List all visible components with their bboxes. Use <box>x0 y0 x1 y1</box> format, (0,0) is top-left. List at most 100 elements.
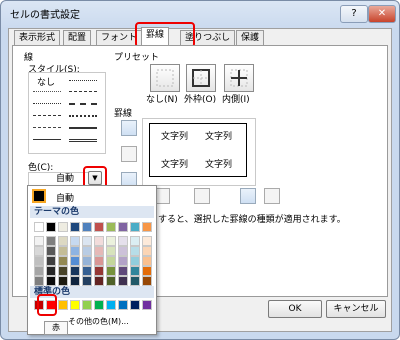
color-swatch[interactable] <box>118 266 128 276</box>
line-style-item[interactable] <box>33 115 61 116</box>
color-swatch[interactable] <box>118 256 128 266</box>
color-swatch[interactable] <box>70 236 80 246</box>
color-swatch[interactable] <box>82 276 92 286</box>
line-style-item[interactable] <box>69 91 97 92</box>
color-swatch[interactable] <box>118 300 128 310</box>
auto-color-label[interactable]: 自動 <box>56 191 74 204</box>
border-center-button[interactable] <box>194 188 210 204</box>
border-middle-button[interactable] <box>121 146 137 162</box>
tab-alignment[interactable]: 配置 <box>63 30 92 46</box>
line-style-item[interactable] <box>69 80 97 81</box>
color-swatch[interactable] <box>58 256 68 266</box>
color-swatch[interactable] <box>58 276 68 286</box>
preset-none-button[interactable] <box>150 64 180 92</box>
color-swatch[interactable] <box>58 236 68 246</box>
color-swatch[interactable] <box>58 300 68 310</box>
color-swatch[interactable] <box>106 300 116 310</box>
color-swatch[interactable] <box>70 222 80 232</box>
color-swatch[interactable] <box>46 246 56 256</box>
color-swatch[interactable] <box>94 256 104 266</box>
color-swatch[interactable] <box>94 222 104 232</box>
color-swatch[interactable] <box>94 246 104 256</box>
color-swatch[interactable] <box>58 266 68 276</box>
color-swatch[interactable] <box>118 276 128 286</box>
color-swatch[interactable] <box>46 222 56 232</box>
color-swatch[interactable] <box>130 222 140 232</box>
more-colors-link[interactable]: その他の色(M)... <box>68 316 129 327</box>
color-swatch[interactable] <box>130 300 140 310</box>
line-style-item[interactable] <box>33 103 61 104</box>
color-swatch[interactable] <box>106 266 116 276</box>
border-preview[interactable]: 文字列 文字列 文字列 文字列 <box>142 118 256 186</box>
color-swatch[interactable] <box>118 222 128 232</box>
line-style-none[interactable]: なし <box>37 75 55 88</box>
line-style-item[interactable] <box>69 139 97 142</box>
border-top-button[interactable] <box>121 120 137 136</box>
color-swatch[interactable] <box>94 276 104 286</box>
color-swatch[interactable] <box>58 222 68 232</box>
line-style-item[interactable] <box>33 139 61 140</box>
color-swatch[interactable] <box>106 236 116 246</box>
color-swatch[interactable] <box>130 236 140 246</box>
line-style-item[interactable] <box>33 127 61 128</box>
ok-button[interactable]: OK <box>268 300 322 318</box>
color-swatch[interactable] <box>34 222 44 232</box>
color-swatch[interactable] <box>70 266 80 276</box>
color-swatch[interactable] <box>106 222 116 232</box>
color-swatch[interactable] <box>94 266 104 276</box>
color-swatch[interactable] <box>142 246 152 256</box>
color-swatch[interactable] <box>34 266 44 276</box>
color-swatch[interactable] <box>130 246 140 256</box>
color-swatch[interactable] <box>142 300 152 310</box>
cancel-button[interactable]: キャンセル <box>326 300 386 318</box>
color-swatch[interactable] <box>34 276 44 286</box>
color-swatch[interactable] <box>142 236 152 246</box>
tab-protection[interactable]: 保護 <box>236 30 265 46</box>
color-swatch[interactable] <box>106 246 116 256</box>
color-swatch[interactable] <box>46 236 56 246</box>
line-style-item[interactable] <box>69 127 97 129</box>
border-right-button[interactable] <box>240 188 256 204</box>
color-swatch[interactable] <box>142 222 152 232</box>
color-swatch[interactable] <box>82 222 92 232</box>
color-swatch[interactable] <box>130 276 140 286</box>
color-swatch[interactable] <box>118 246 128 256</box>
color-swatch[interactable] <box>58 246 68 256</box>
line-style-item[interactable] <box>69 115 97 117</box>
color-swatch[interactable] <box>34 256 44 266</box>
help-button[interactable]: ? <box>340 5 368 23</box>
color-swatch[interactable] <box>82 246 92 256</box>
color-swatch[interactable] <box>46 256 56 266</box>
close-button[interactable]: ✕ <box>368 5 396 23</box>
color-swatch[interactable] <box>142 256 152 266</box>
color-swatch[interactable] <box>46 276 56 286</box>
color-swatch[interactable] <box>130 266 140 276</box>
color-swatch[interactable] <box>34 236 44 246</box>
line-style-list[interactable]: なし <box>28 72 106 154</box>
color-swatch[interactable] <box>46 266 56 276</box>
tab-number-format[interactable]: 表示形式 <box>14 30 61 46</box>
color-swatch[interactable] <box>130 256 140 266</box>
color-swatch[interactable] <box>94 236 104 246</box>
color-swatch[interactable] <box>94 300 104 310</box>
color-swatch[interactable] <box>70 300 80 310</box>
color-swatch[interactable] <box>82 236 92 246</box>
border-diagonal-button[interactable] <box>264 188 280 204</box>
color-swatch[interactable] <box>142 276 152 286</box>
color-swatch[interactable] <box>34 246 44 256</box>
auto-color-swatch[interactable] <box>32 189 46 203</box>
color-swatch[interactable] <box>106 256 116 266</box>
color-swatch[interactable] <box>70 276 80 286</box>
color-swatch[interactable] <box>106 276 116 286</box>
preset-outline-button[interactable] <box>186 64 216 92</box>
preset-inside-button[interactable] <box>224 64 254 92</box>
color-swatch[interactable] <box>82 266 92 276</box>
line-style-item[interactable] <box>69 103 97 105</box>
color-swatch[interactable] <box>118 236 128 246</box>
color-swatch[interactable] <box>142 266 152 276</box>
color-swatch[interactable] <box>70 256 80 266</box>
line-style-item[interactable] <box>33 91 61 92</box>
color-swatch[interactable] <box>82 300 92 310</box>
color-swatch[interactable] <box>70 246 80 256</box>
color-swatch[interactable] <box>82 256 92 266</box>
